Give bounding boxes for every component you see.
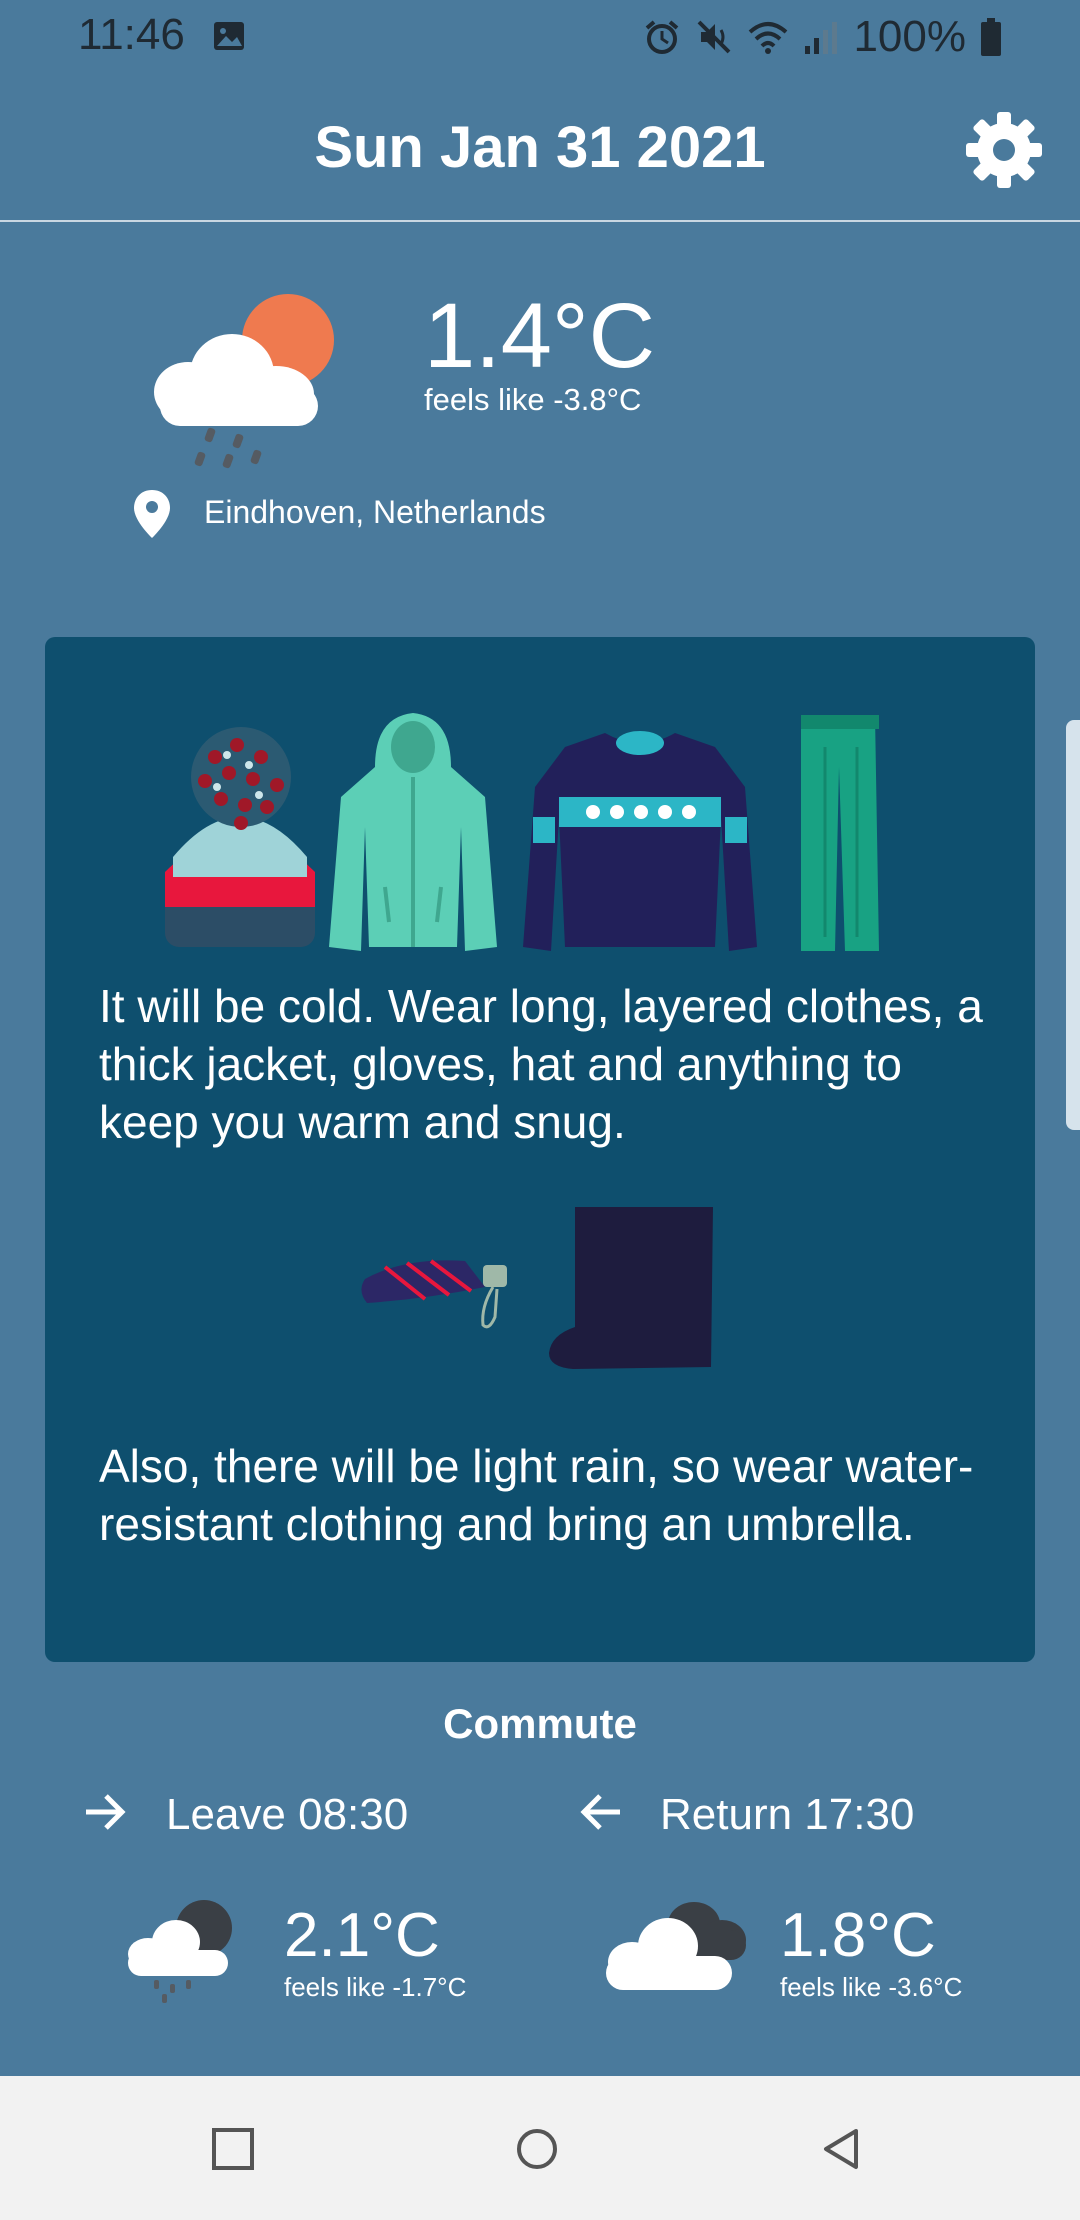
rain-advice-text: Also, there will be light rain, so wear … — [99, 1440, 974, 1550]
sweater-icon — [523, 731, 757, 951]
status-icons: 100% — [643, 12, 1002, 62]
page-title: Sun Jan 31 2021 — [314, 115, 766, 180]
current-weather: 1.4°C feels like -3.8°C Eindhoven, Nethe… — [0, 222, 1080, 622]
return-feels-like: feels like -3.6°C — [780, 1972, 963, 2002]
battery-percent: 100% — [853, 12, 966, 61]
leave-label: Leave 08:30 — [166, 1790, 409, 1839]
scroll-handle[interactable] — [1066, 720, 1080, 1130]
commute-leave: Leave 08:30 2.1°C feels like -1.7°C — [0, 1780, 540, 2040]
cloud-sun-rain-icon — [154, 294, 334, 469]
system-nav-bar — [0, 2076, 1080, 2220]
gear-icon[interactable] — [964, 110, 1044, 190]
recent-apps-icon[interactable] — [210, 2126, 256, 2172]
arrow-right-icon — [86, 1794, 126, 1830]
alarm-icon — [646, 20, 679, 54]
back-icon[interactable] — [818, 2126, 864, 2172]
image-icon — [214, 22, 244, 50]
location-label: Eindhoven, Netherlands — [204, 494, 546, 530]
current-temperature: 1.4°C — [424, 285, 656, 387]
leave-feels-like: feels like -1.7°C — [284, 1972, 467, 2002]
leave-temperature: 2.1°C — [284, 1901, 440, 1970]
status-time: 11:46 — [78, 10, 185, 59]
jacket-icon — [329, 713, 497, 951]
app-bar: Sun Jan 31 2021 — [0, 74, 1080, 222]
arrow-left-icon — [580, 1794, 620, 1830]
clothes-row — [165, 713, 879, 951]
winter-hat-icon — [165, 727, 315, 947]
signal-icon — [805, 22, 838, 54]
cloud-moon-rain-icon — [128, 1900, 232, 2003]
commute-title: Commute — [443, 1700, 637, 1747]
clothing-advice-text: It will be cold. Wear long, layered clot… — [99, 980, 983, 1148]
rain-boot-icon — [549, 1207, 713, 1369]
return-temperature: 1.8°C — [780, 1901, 936, 1970]
advice-card: It will be cold. Wear long, layered clot… — [45, 637, 1035, 1662]
wifi-icon — [749, 22, 788, 54]
battery-icon — [981, 18, 1001, 56]
rain-gear-row — [361, 1207, 713, 1369]
location-pin-icon — [134, 490, 170, 538]
status-bar: 11:46 100% — [0, 0, 1080, 74]
trousers-icon — [801, 715, 879, 951]
clouds-icon — [606, 1902, 746, 1990]
home-icon[interactable] — [514, 2126, 560, 2172]
mute-icon — [698, 20, 731, 54]
current-feels-like: feels like -3.8°C — [424, 382, 642, 417]
return-label: Return 17:30 — [660, 1790, 915, 1839]
umbrella-icon — [361, 1259, 507, 1329]
commute-return: Return 17:30 1.8°C feels like -3.6°C — [540, 1780, 1080, 2040]
